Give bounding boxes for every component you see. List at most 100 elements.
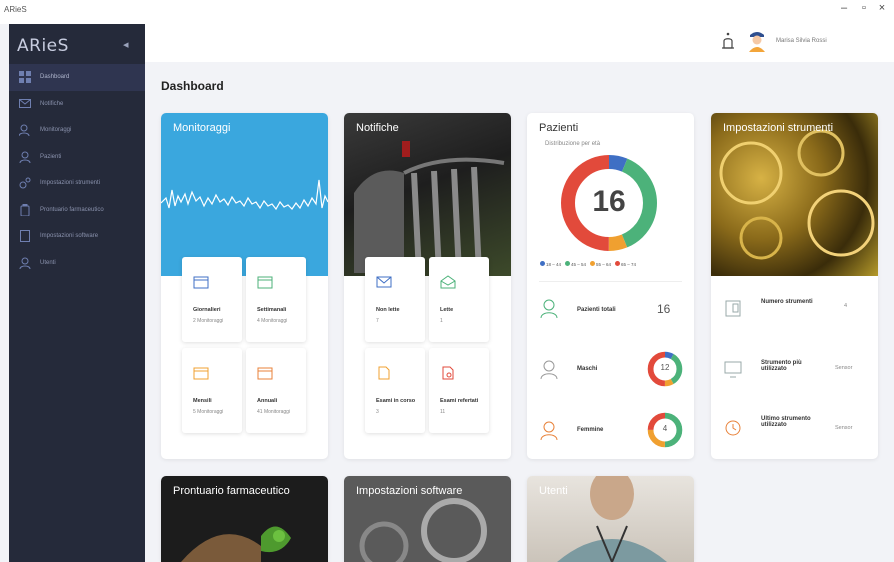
user-icon	[18, 150, 32, 164]
sidebar-item-monitoraggi[interactable]: Monitoraggi	[9, 117, 145, 144]
tile-count: 5 Monitoraggi	[193, 409, 224, 415]
calendar-icon	[257, 367, 273, 380]
legend-item: 18 – 44	[540, 261, 561, 267]
legend-item: 45 – 54	[565, 261, 586, 267]
tile-count: 41 Monitoraggi	[257, 409, 291, 415]
sidebar-item-label: Impostazioni strumenti	[40, 180, 101, 187]
tile-count: 2 Monitoraggi	[193, 318, 224, 324]
tile-count: 3	[376, 409, 379, 415]
tile-count: 11	[440, 409, 446, 415]
tile-name: Non lette	[376, 307, 400, 313]
heartbeat-icon	[161, 179, 328, 211]
row-label: Pazienti totali	[577, 307, 616, 313]
tools-icon	[18, 176, 32, 190]
medicine-icon	[18, 203, 32, 217]
tile-esami-refertati[interactable]: Esami refertati 11	[429, 348, 489, 433]
card-title: Monitoraggi	[173, 122, 231, 134]
patients-total-center: 16	[592, 185, 626, 218]
gears-icon	[719, 129, 875, 260]
tile-esami-in-corso[interactable]: Esami in corso 3	[365, 348, 425, 433]
sidebar-item-impostazioni-software[interactable]: Impostazioni software	[9, 223, 145, 250]
sidebar-item-label: Dashboard	[40, 74, 70, 81]
divider	[539, 281, 682, 282]
sidebar-item-impostazioni-strumenti[interactable]: Impostazioni strumenti	[9, 170, 145, 197]
sidebar-item-pazienti[interactable]: Pazienti	[9, 144, 145, 171]
user-icon	[540, 299, 558, 318]
row-label: Strumento più utilizzato	[761, 360, 802, 372]
tile-name: Annuali	[257, 398, 278, 404]
tile-giornalieri[interactable]: Giornalieri 2 Monitoraggi	[182, 257, 242, 342]
document-icon	[378, 366, 390, 380]
row-value: Sensor	[835, 365, 853, 371]
page-title: Dashboard	[161, 79, 224, 93]
tile-count: 4 Monitoraggi	[257, 318, 288, 324]
legend-item: 55 – 64	[590, 261, 611, 267]
users-icon	[18, 256, 32, 270]
card-impostazioni-strumenti[interactable]: Impostazioni strumenti Numero strumenti …	[711, 113, 878, 459]
top-bar: Marisa Silvia Rossi	[145, 24, 894, 62]
close-button[interactable]: ×	[874, 2, 890, 14]
sidebar-item-label: Prontuario farmaceutico	[40, 206, 104, 213]
sidebar-item-label: Monitoraggi	[40, 127, 72, 134]
chart-subtitle: Distribuzione per età	[545, 141, 601, 147]
sidebar-item-notifiche[interactable]: Notifiche	[9, 91, 145, 118]
card-title: Pazienti	[539, 122, 579, 134]
gears-image	[711, 113, 878, 276]
row-label: Numero strumenti	[761, 299, 813, 305]
tile-annuali[interactable]: Annuali 41 Monitoraggi	[246, 348, 306, 433]
row-label: Maschi	[577, 366, 598, 372]
monitoraggi-header	[161, 113, 328, 276]
mailbox-icon	[354, 141, 505, 273]
username[interactable]: Marisa Silvia Rossi	[776, 38, 827, 44]
tile-settimanali[interactable]: Settimanali 4 Monitoraggi	[246, 257, 306, 342]
card-pazienti[interactable]: Pazienti Distribuzione per età 16 Pazien…	[527, 113, 694, 459]
clock-icon	[725, 420, 741, 436]
minimize-button[interactable]: –	[836, 2, 852, 14]
report-icon	[442, 366, 454, 380]
tile-name: Esami in corso	[376, 398, 416, 404]
legend-swatch	[540, 261, 545, 266]
card-title: Notifiche	[356, 122, 399, 134]
avatar[interactable]	[748, 30, 766, 52]
sidebar-item-label: Impostazioni software	[40, 233, 99, 240]
tile-name: Esami refertati	[440, 398, 479, 404]
calendar-icon	[193, 367, 209, 380]
tile-non-lette[interactable]: Non lette 7	[365, 257, 425, 342]
bell-icon[interactable]	[721, 32, 735, 52]
row-value: 16	[657, 302, 671, 316]
calendar-icon	[257, 276, 273, 289]
card-title: Prontuario farmaceutico	[173, 485, 290, 497]
card-title: Impostazioni software	[356, 485, 463, 497]
card-impostazioni-software[interactable]: Impostazioni software	[344, 476, 511, 562]
sidebar-nav: Dashboard Notifiche Monitoraggi Pazienti…	[9, 64, 145, 276]
female-icon	[540, 421, 558, 440]
sidebar-item-label: Pazienti	[40, 153, 62, 160]
sidebar-item-label: Notifiche	[40, 100, 64, 107]
card-monitoraggi[interactable]: Monitoraggi Giornalieri 2 Monitoraggi Se…	[161, 113, 328, 459]
sidebar-item-prontuario[interactable]: Prontuario farmaceutico	[9, 197, 145, 224]
maximize-button[interactable]: ▫	[856, 2, 872, 14]
row-label: Femmine	[577, 427, 604, 433]
legend-label: 18 – 44	[546, 262, 562, 267]
card-title: Utenti	[539, 485, 568, 497]
sidebar-item-utenti[interactable]: Utenti	[9, 250, 145, 277]
sidebar-item-dashboard[interactable]: Dashboard	[9, 64, 145, 91]
tile-lette[interactable]: Lette 1	[429, 257, 489, 342]
mail-open-icon	[440, 275, 456, 289]
document-icon	[18, 229, 32, 243]
card-utenti[interactable]: Utenti	[527, 476, 694, 562]
sidebar: ARieS ◂ Dashboard Notifiche Monitoraggi …	[9, 24, 145, 562]
card-prontuario[interactable]: Prontuario farmaceutico	[161, 476, 328, 562]
tile-count: 7	[376, 318, 379, 324]
tile-mensili[interactable]: Mensili 5 Monitoraggi	[182, 348, 242, 433]
male-icon	[540, 360, 558, 379]
device-icon	[725, 300, 741, 317]
dashboard-icon	[18, 70, 32, 84]
patient-monitor-icon	[18, 123, 32, 137]
card-notifiche[interactable]: Notifiche Non lette 7 Lette 1 Esami in c…	[344, 113, 511, 459]
mailbox-image	[344, 113, 511, 276]
tile-name: Mensili	[193, 398, 212, 404]
row-value: 4	[844, 303, 848, 309]
collapse-sidebar-button[interactable]: ◂	[123, 38, 129, 51]
tile-name: Lette	[440, 307, 454, 313]
